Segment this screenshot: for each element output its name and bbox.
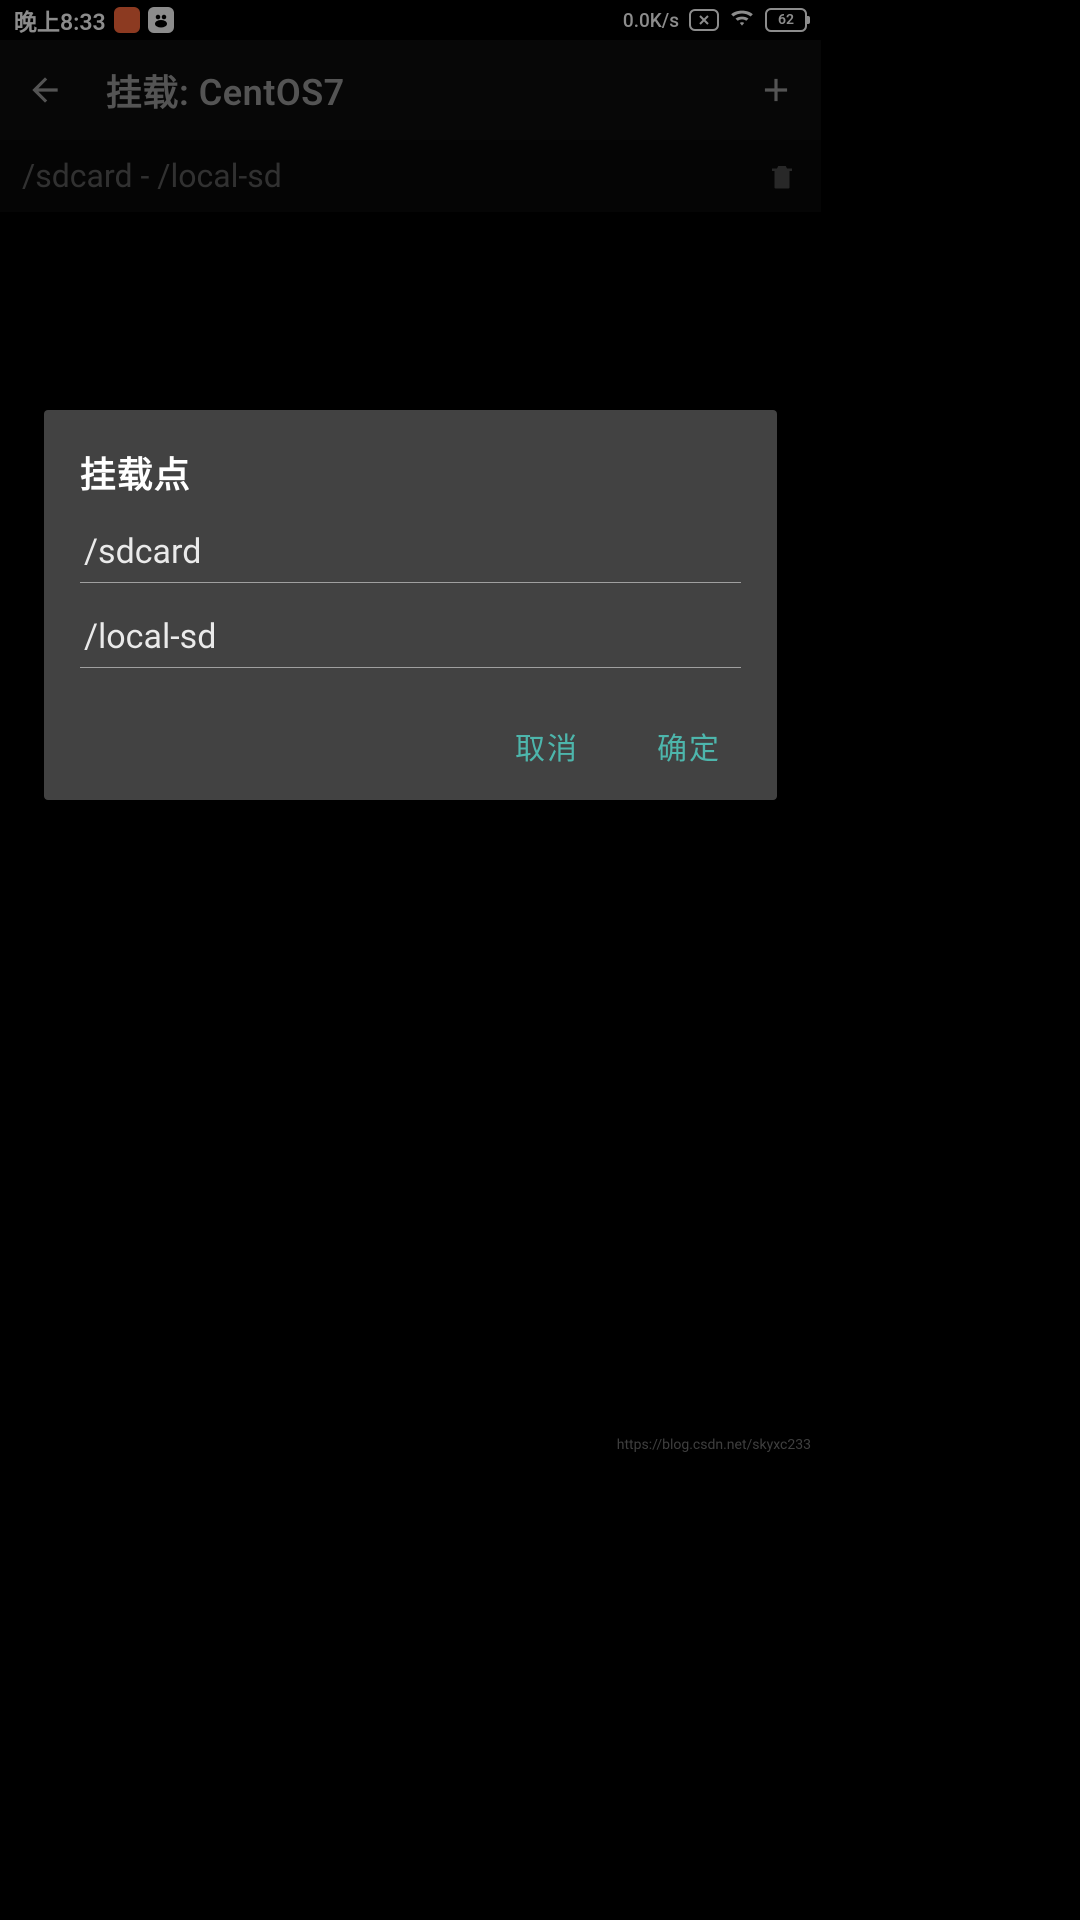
status-bar: 晚上8:33 0.0K/s 62 (0, 0, 821, 40)
add-button[interactable] (755, 69, 797, 111)
cancel-button[interactable]: 取消 (501, 714, 593, 778)
app-notification-icon-1 (114, 7, 140, 33)
mount-point-dialog: 挂载点 取消 确定 (44, 410, 777, 800)
network-speed: 0.0K/s (623, 9, 679, 32)
status-time: 晚上8:33 (14, 3, 106, 37)
dialog-title: 挂载点 (80, 446, 741, 498)
app-bar: 挂载: CentOS7 (0, 40, 821, 140)
plus-icon (757, 71, 795, 109)
battery-level: 62 (778, 12, 794, 28)
wifi-icon (729, 4, 755, 36)
mount-list-item[interactable]: /sdcard - /local-sd (0, 140, 821, 212)
battery-icon: 62 (765, 8, 807, 32)
delete-button[interactable] (765, 157, 799, 195)
status-left: 晚上8:33 (14, 3, 174, 37)
app-notification-icon-2 (148, 7, 174, 33)
mount-item-label: /sdcard - /local-sd (22, 157, 282, 195)
source-path-input[interactable] (80, 526, 741, 583)
page-title: 挂载: CentOS7 (106, 64, 345, 116)
trash-icon (767, 159, 797, 193)
dialog-actions: 取消 确定 (80, 714, 741, 778)
sim-close-icon (689, 9, 719, 31)
confirm-button[interactable]: 确定 (643, 714, 735, 778)
target-path-input[interactable] (80, 611, 741, 668)
back-button[interactable] (24, 69, 66, 111)
watermark: https://blog.csdn.net/skyxc233 (617, 1437, 811, 1453)
back-arrow-icon (26, 71, 64, 109)
status-right: 0.0K/s 62 (623, 4, 807, 36)
